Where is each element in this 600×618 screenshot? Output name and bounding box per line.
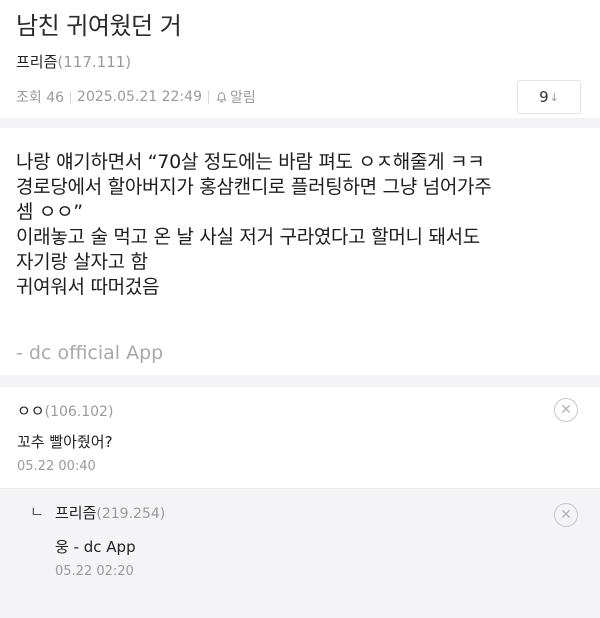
close-icon: ✕ xyxy=(560,507,572,523)
author-nickname[interactable]: 프리즘 xyxy=(16,53,57,71)
post-source: - dc official App xyxy=(16,342,164,364)
content-line: 귀여워서 따머겄음 xyxy=(16,276,160,298)
post-date: 2025.05.21 22:49 xyxy=(77,89,202,105)
post-content: 나랑 얘기하면서 “70살 정도에는 바람 펴도 ㅇㅈ해줄게 ㅋㅋ 경로당에서 … xyxy=(16,150,591,300)
reply-item: ㄴ 프리즘(219.254) 웅 - dc App 05.22 02:20 ✕ xyxy=(0,488,600,618)
content-line: 나랑 얘기하면서 “70살 정도에는 바람 펴도 ㅇㅈ해줄게 ㅋㅋ xyxy=(16,151,485,173)
alarm-button[interactable]: 알림 xyxy=(215,87,256,107)
content-line: 이래놓고 술 먹고 온 날 사실 저거 구라였다고 할머니 돼서도 xyxy=(16,226,480,248)
post-meta: 조회 46 2025.05.21 22:49 알림 xyxy=(16,87,256,107)
delete-comment-button[interactable]: ✕ xyxy=(554,398,578,422)
content-line: 셈 ㅇㅇ” xyxy=(16,201,83,223)
author-ip: (117.111) xyxy=(57,53,132,71)
comment-item: ㅇㅇ(106.102) 꼬추 빨아줬어? 05.22 00:40 ✕ xyxy=(0,387,600,488)
reply-author[interactable]: 프리즘(219.254) xyxy=(55,502,165,523)
reply-ip: (219.254) xyxy=(96,506,166,522)
delete-reply-button[interactable]: ✕ xyxy=(554,503,578,527)
content-line: 자기랑 살자고 함 xyxy=(16,251,148,273)
comment-nickname[interactable]: ㅇㅇ xyxy=(17,402,45,420)
post-title: 남친 귀여웠던 거 xyxy=(16,12,182,40)
reply-arrow-icon: ㄴ xyxy=(30,503,44,521)
reply-date: 05.22 02:20 xyxy=(55,564,134,579)
reply-count-button[interactable]: 9 ↓ xyxy=(517,80,581,114)
section-divider xyxy=(0,375,600,387)
post-header: 남친 귀여웠던 거 프리즘(117.111) 조회 46 2025.05.21 … xyxy=(0,0,600,118)
reply-nickname[interactable]: 프리즘 xyxy=(55,504,96,522)
alarm-label: 알림 xyxy=(230,90,256,106)
divider xyxy=(208,90,209,104)
comment-author[interactable]: ㅇㅇ(106.102) xyxy=(17,400,113,421)
comment-text: 꼬추 빨아줬어? xyxy=(17,433,113,451)
content-line: 경로당에서 할아버지가 홍삼캔디로 플러팅하면 그냥 넘어가주 xyxy=(16,176,492,198)
arrow-down-icon: ↓ xyxy=(549,90,559,104)
reply-count: 9 xyxy=(539,88,549,106)
comment-ip: (106.102) xyxy=(44,404,114,420)
section-divider xyxy=(0,118,600,128)
close-icon: ✕ xyxy=(560,402,572,418)
post-body: 나랑 얘기하면서 “70살 정도에는 바람 펴도 ㅇㅈ해줄게 ㅋㅋ 경로당에서 … xyxy=(0,128,600,375)
comment-date: 05.22 00:40 xyxy=(17,459,96,474)
view-count: 조회 46 xyxy=(16,90,65,106)
divider xyxy=(70,90,72,104)
post-author[interactable]: 프리즘(117.111) xyxy=(16,51,131,72)
reply-text: 웅 - dc App xyxy=(55,538,136,556)
bell-icon xyxy=(216,91,227,103)
